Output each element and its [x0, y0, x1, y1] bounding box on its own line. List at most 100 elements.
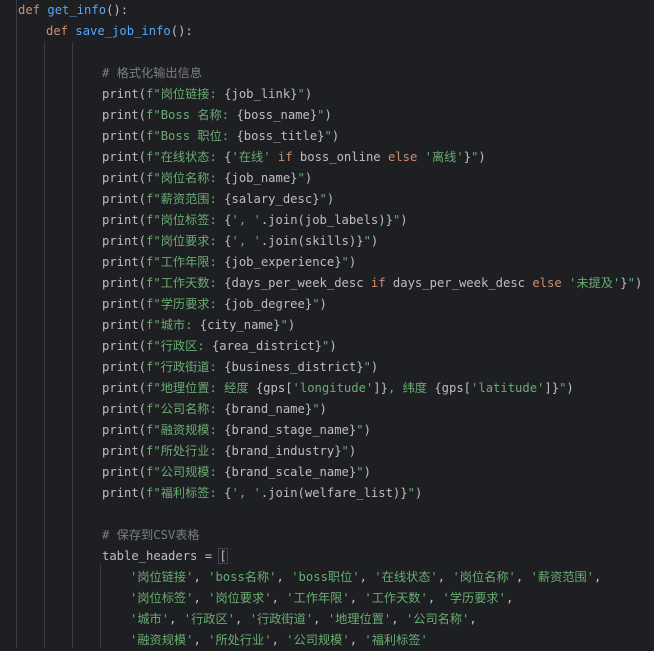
code-token: {gps[ [434, 381, 472, 395]
code-token: , [359, 570, 375, 584]
code-token: ) [287, 318, 296, 332]
code-token: ) [324, 108, 332, 122]
code-line[interactable]: def save_job_info(): [0, 21, 654, 42]
code-line[interactable]: print(f"薪资范围: {salary_desc}") [0, 189, 654, 210]
code-token: if [270, 150, 300, 164]
code-line[interactable]: print(f"Boss 职位: {boss_title}") [0, 126, 654, 147]
code-token: , [271, 591, 287, 605]
code-token: {salary_desc} [224, 192, 320, 206]
code-line[interactable]: '城市', '行政区', '行政街道', '地理位置', '公司名称', [0, 609, 654, 630]
code-line[interactable]: print(f"行政街道: {business_district}") [0, 357, 654, 378]
code-token: f"地理位置: 经度 [146, 381, 256, 395]
code-token: f"岗位标签: [146, 213, 225, 227]
code-token: ) [370, 360, 379, 374]
code-token: f"岗位名称: [146, 171, 225, 185]
code-token: {brand_name} [224, 402, 313, 416]
code-line[interactable]: print(f"学历要求: {job_degree}") [0, 294, 654, 315]
code-line[interactable] [0, 42, 654, 63]
code-line[interactable]: # 格式化输出信息 [0, 63, 654, 84]
code-token: {job_experience} [224, 255, 342, 269]
code-token: , [193, 633, 209, 647]
code-token: f"岗位链接: [146, 87, 225, 101]
code-token: f"工作天数: [146, 276, 225, 290]
code-token: {brand_stage_name} [224, 423, 357, 437]
code-token: } [620, 276, 628, 290]
code-token: (): [170, 24, 193, 38]
code-token: {brand_scale_name} [224, 465, 357, 479]
code-token: print( [102, 339, 147, 353]
code-token: '在线状态' [374, 570, 438, 584]
code-line[interactable]: print(f"地理位置: 经度 {gps['longitude']}, 纬度 … [0, 378, 654, 399]
code-line[interactable]: print(f"岗位链接: {job_link}") [0, 84, 654, 105]
code-token: f"所处行业: [146, 444, 225, 458]
code-token: '行政街道' [249, 612, 314, 626]
code-token: " [280, 318, 288, 332]
code-token: , [469, 612, 477, 626]
code-line[interactable]: print(f"公司规模: {brand_scale_name}") [0, 462, 654, 483]
code-token: " [317, 108, 325, 122]
code-token: print( [102, 402, 147, 416]
code-line[interactable]: '岗位链接', 'boss名称', 'boss职位', '在线状态', '岗位名… [0, 567, 654, 588]
code-token: {city_name} [199, 318, 281, 332]
code-token: , 纬度 [387, 381, 435, 395]
code-line[interactable]: print(f"所处行业: {brand_industry}") [0, 441, 654, 462]
code-line[interactable]: print(f"福利标签: {', '.join(welfare_list)}"… [0, 483, 654, 504]
code-token: print( [102, 129, 147, 143]
code-token: " [407, 486, 415, 500]
code-line[interactable]: print(f"公司名称: {brand_name}") [0, 399, 654, 420]
code-token: '福利标签' [364, 633, 428, 647]
code-token: save_job_info [75, 24, 171, 38]
code-token: , [276, 570, 292, 584]
code-line[interactable]: print(f"岗位名称: {job_name}") [0, 168, 654, 189]
code-token: " [324, 129, 332, 143]
code-token: print( [102, 234, 147, 248]
code-line[interactable]: print(f"融资规模: {brand_stage_name}") [0, 420, 654, 441]
code-token: ', ' [231, 234, 261, 248]
code-token: f"学历要求: [146, 297, 225, 311]
code-token: ) [326, 192, 335, 206]
code-token: f"行政区: [146, 339, 212, 353]
code-line[interactable]: print(f"岗位标签: {', '.join(job_labels)}") [0, 210, 654, 231]
code-line[interactable]: print(f"岗位要求: {', '.join(skills)}") [0, 231, 654, 252]
code-token: .join(welfare_list)} [260, 486, 408, 500]
code-token: ) [319, 402, 327, 416]
code-token: '在线' [231, 150, 271, 164]
code-line[interactable]: '岗位标签', '岗位要求', '工作年限', '工作天数', '学历要求', [0, 588, 654, 609]
code-token: '公司规模' [286, 633, 350, 647]
code-token: f"在线状态: [146, 150, 225, 164]
code-token: " [356, 465, 364, 479]
code-token: , [391, 612, 406, 626]
code-editor[interactable]: def get_info(): def save_job_info(): # 格式化… [0, 0, 654, 648]
code-line[interactable]: # 保存到CSV表格 [0, 525, 654, 546]
code-token: {boss_name} [236, 108, 318, 122]
code-token: , [271, 633, 287, 647]
code-line[interactable]: def get_info(): [0, 0, 654, 21]
code-token: {job_degree} [224, 297, 313, 311]
code-token: print( [102, 486, 147, 500]
code-token: , [594, 570, 602, 584]
code-line[interactable]: print(f"城市: {city_name}") [0, 315, 654, 336]
code-token: '离线' [424, 150, 464, 164]
code-token: , [505, 591, 514, 605]
code-token: print( [102, 381, 147, 395]
code-token: " [356, 423, 364, 437]
code-token: {days_per_week_desc [224, 276, 364, 290]
code-line[interactable]: print(f"Boss 名称: {boss_name}") [0, 105, 654, 126]
code-token: '学历要求' [442, 591, 506, 605]
code-line[interactable]: table_headers = [ [0, 546, 654, 567]
code-token: ', ' [231, 486, 261, 500]
code-token: f"Boss 名称: [146, 108, 237, 122]
code-token: " [363, 234, 371, 248]
code-token: print( [102, 255, 147, 269]
code-line[interactable]: print(f"工作天数: {days_per_week_desc if day… [0, 273, 654, 294]
code-token: '岗位标签' [130, 591, 194, 605]
code-token: {job_link} [224, 87, 298, 101]
code-line[interactable]: print(f"工作年限: {job_experience}") [0, 252, 654, 273]
code-line[interactable]: print(f"在线状态: {'在线' if boss_online else … [0, 147, 654, 168]
code-line[interactable]: print(f"行政区: {area_district}") [0, 336, 654, 357]
code-token: ) [414, 486, 423, 500]
code-token: {job_name} [224, 171, 298, 185]
code-token: '薪资范围' [530, 570, 594, 584]
code-line[interactable] [0, 504, 654, 525]
code-token: } [463, 150, 472, 164]
